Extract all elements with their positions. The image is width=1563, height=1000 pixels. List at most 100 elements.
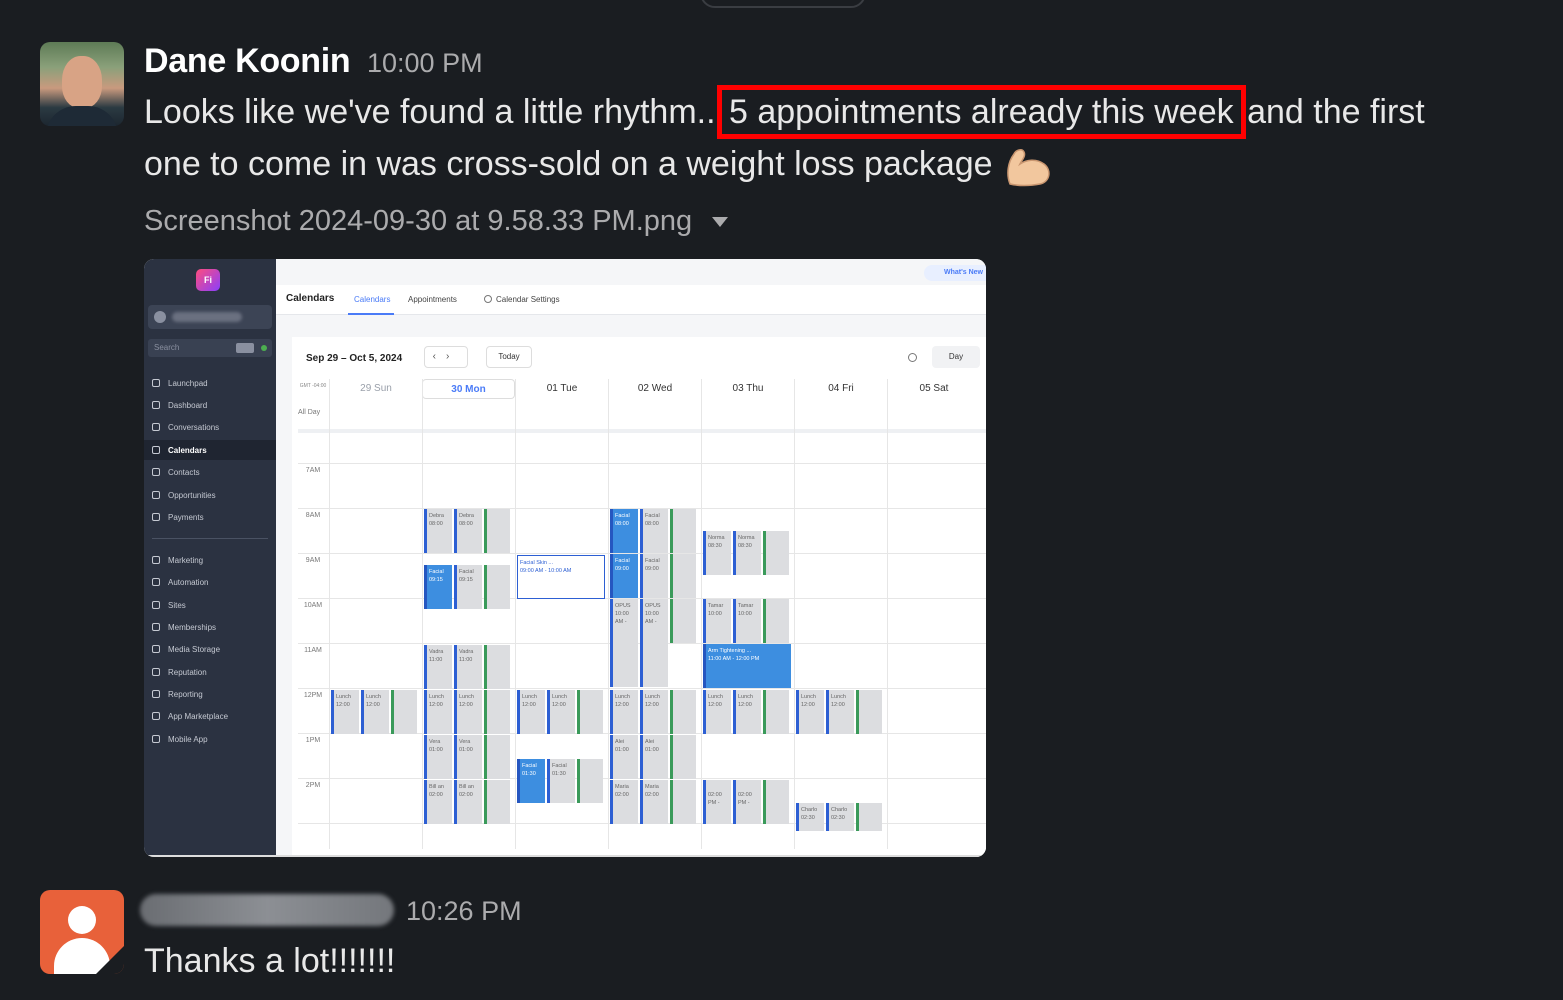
nav-launchpad: Launchpad [144, 373, 276, 393]
calendar-event: Tamar 10:00 [733, 599, 761, 643]
nav-label: Conversations [168, 423, 220, 432]
calendar-event: OPUS 10:00 AM - [610, 599, 638, 687]
message-text-after: and the first [1247, 93, 1425, 131]
calendar-event: Bill an 02:00 [424, 780, 452, 824]
calendar-event [763, 780, 789, 824]
highlighted-text: 5 appointments already this week [717, 85, 1246, 139]
nav-calendars: Calendars [144, 440, 276, 460]
nav-marketing: Marketing [144, 550, 276, 570]
hour-label: 11AM [304, 647, 322, 654]
calendar-event: Facial 08:00 [610, 509, 638, 553]
avatar[interactable] [40, 42, 124, 126]
hour-label: 7AM [305, 467, 321, 474]
calendar-event: Norma 08:30 [703, 531, 731, 575]
account-switcher [148, 305, 272, 329]
tab-appointments: Appointments [408, 295, 457, 304]
calendar-event: Facial Skin ... 09:00 AM - 10:00 AM [517, 555, 605, 599]
calendar-event [670, 509, 696, 553]
timezone-label: GMT -04:00 [299, 383, 327, 389]
calendar-event: Alei 01:00 [640, 735, 668, 779]
nav-dashboard: Dashboard [144, 395, 276, 415]
tab-settings-label: Calendar Settings [496, 295, 560, 304]
app-logo: Fi [196, 269, 220, 291]
day-header-fri: 04 Fri [794, 379, 887, 399]
avatar-shirt [46, 106, 118, 126]
prev-next-arrows: ‹› [424, 346, 468, 368]
all-day-divider [298, 429, 986, 433]
nav-label: Reporting [168, 690, 203, 699]
avatar-face [62, 56, 102, 108]
author-name[interactable]: Dane Koonin [144, 42, 351, 81]
app-sidebar: Fi Search Launchpad Dashboard Conversati… [144, 259, 276, 857]
message: Dane Koonin 10:00 PM Looks like we've fo… [0, 0, 1563, 880]
calendar-event: Vadra 11:00 [454, 645, 482, 689]
nav-label: Opportunities [168, 491, 216, 500]
nav-label: Mobile App [168, 735, 208, 744]
calendar-event [763, 531, 789, 575]
calendar-event [670, 735, 696, 779]
calendar-event [484, 645, 510, 689]
sidebar-search: Search [148, 339, 272, 357]
avatar-head [68, 906, 96, 934]
calendar-event [856, 803, 882, 831]
calendar-event [670, 780, 696, 824]
nav-label: Automation [168, 578, 209, 587]
day-header-wed: 02 Wed [608, 379, 701, 399]
message-timestamp[interactable]: 10:00 PM [367, 48, 483, 79]
attachment-filename-text: Screenshot 2024-09-30 at 9.58.33 PM.png [144, 205, 693, 237]
attachment-filename[interactable]: Screenshot 2024-09-30 at 9.58.33 PM.png [144, 205, 729, 238]
gear-icon [484, 295, 492, 303]
flexed-biceps-icon [1007, 149, 1050, 187]
lunch-event: Lunch 12:00 [424, 690, 452, 734]
hour-label: 2PM [305, 782, 321, 789]
lightbulb-icon [908, 353, 917, 362]
hour-label: 10AM [303, 602, 323, 609]
calendar-event: Debra 08:00 [424, 509, 452, 553]
lunch-event: Lunch 12:00 [640, 690, 668, 734]
nav-sites: Sites [144, 595, 276, 615]
calendar-event: Norma 08:30 [733, 531, 761, 575]
grid-line [298, 463, 986, 464]
active-tab-indicator [348, 313, 394, 315]
nav-app-marketplace: App Marketplace [144, 706, 276, 726]
nav-reputation: Reputation [144, 662, 276, 682]
message-text-continued: one to come in was cross-sold on a weigh… [144, 145, 993, 183]
calendar-event: Facial 09:00 [640, 554, 668, 598]
calendar-event: Facial 09:15 [424, 565, 452, 609]
search-placeholder: Search [154, 343, 180, 352]
calendar-event [670, 554, 696, 598]
avatar[interactable] [40, 890, 124, 974]
calendar-event: Vadra 11:00 [424, 645, 452, 689]
chevron-down-icon[interactable] [712, 217, 729, 228]
day-header-mon: 30 Mon [422, 379, 515, 399]
nav-payments: Payments [144, 507, 276, 527]
day-header-tue: 01 Tue [515, 379, 608, 399]
grid-line [298, 688, 986, 689]
calendar-event: Maria 02:00 [610, 780, 638, 824]
calendar-event: 02:00 PM - [733, 780, 761, 824]
author-name-redacted[interactable] [140, 894, 394, 926]
message-text-line1: Looks like we've found a little rhythm..… [144, 85, 1425, 139]
calendar-event: Alei 01:00 [610, 735, 638, 779]
message-timestamp[interactable]: 10:26 PM [406, 896, 522, 927]
message-text-before: Looks like we've found a little rhythm.. [144, 93, 716, 131]
lunch-event: Lunch 12:00 [361, 690, 389, 734]
nav-label: Dashboard [168, 401, 208, 410]
calendar-event: Facial 01:30 [547, 759, 575, 803]
nav-label: Launchpad [168, 379, 208, 388]
lunch-event: Lunch 12:00 [703, 690, 731, 734]
lunch-event: Lunch 12:00 [454, 690, 482, 734]
lunch-event [484, 690, 510, 734]
nav-automation: Automation [144, 572, 276, 592]
image-bottom-border [144, 855, 986, 857]
message-text: Thanks a lot!!!!!!! [144, 942, 396, 980]
calendar-event [484, 735, 510, 779]
day-header-sun: 29 Sun [329, 379, 422, 399]
nav-memberships: Memberships [144, 617, 276, 637]
avatar-corner [96, 946, 124, 974]
nav-reporting: Reporting [144, 684, 276, 704]
lunch-event: Lunch 12:00 [796, 690, 824, 734]
attachment-image[interactable]: Fi Search Launchpad Dashboard Conversati… [144, 259, 986, 857]
calendar-event: Facial 08:00 [640, 509, 668, 553]
hour-label: 9AM [305, 557, 321, 564]
